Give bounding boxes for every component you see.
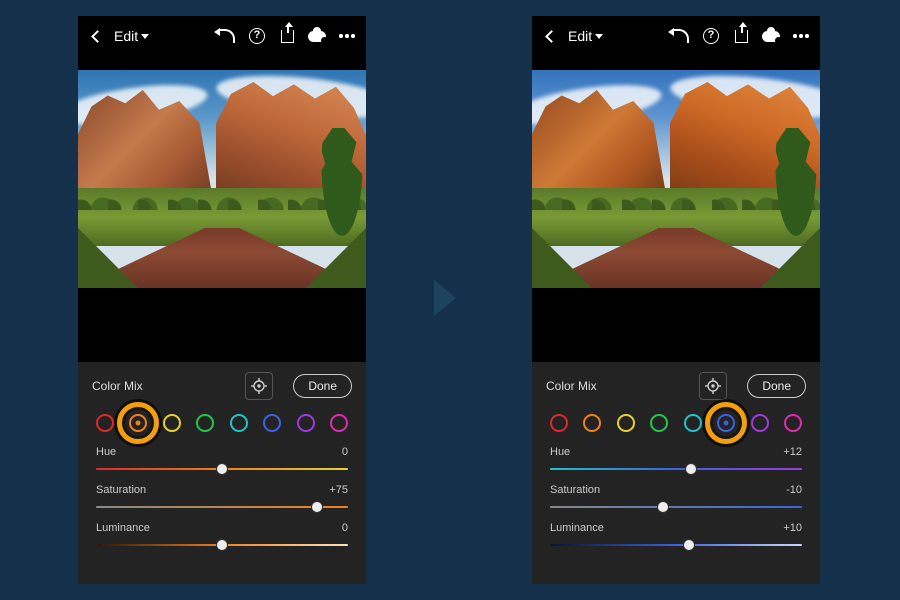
cloud-icon bbox=[308, 31, 326, 42]
swatch-purple[interactable] bbox=[297, 414, 315, 432]
swatch-red[interactable] bbox=[550, 414, 568, 432]
swatch-yellow[interactable] bbox=[163, 414, 181, 432]
more-icon bbox=[793, 34, 809, 38]
cloud-icon bbox=[762, 31, 780, 42]
top-bar: Edit ? bbox=[78, 16, 366, 56]
done-button[interactable]: Done bbox=[747, 374, 806, 398]
share-icon bbox=[735, 30, 748, 43]
saturation-value: -10 bbox=[786, 484, 802, 496]
swatch-magenta[interactable] bbox=[784, 414, 802, 432]
hue-value: +12 bbox=[783, 446, 802, 458]
help-icon: ? bbox=[703, 28, 719, 44]
luminance-thumb[interactable] bbox=[216, 539, 228, 551]
undo-icon bbox=[219, 29, 235, 43]
more-icon bbox=[339, 34, 355, 38]
more-button[interactable] bbox=[338, 27, 356, 45]
saturation-slider[interactable] bbox=[96, 500, 348, 514]
color-swatch-row bbox=[532, 404, 820, 440]
cloud-sync-button[interactable] bbox=[762, 27, 780, 45]
saturation-value: +75 bbox=[329, 484, 348, 496]
luminance-value: +10 bbox=[783, 522, 802, 534]
hue-label: Hue bbox=[550, 446, 570, 458]
panel-title: Color Mix bbox=[92, 379, 143, 393]
color-mix-panel: Color Mix Done Hue 0 Saturation +75 bbox=[78, 362, 366, 584]
luminance-value: 0 bbox=[342, 522, 348, 534]
edit-menu[interactable]: Edit bbox=[568, 28, 603, 44]
color-mix-panel: Color Mix Done Hue +12 Saturation -10 bbox=[532, 362, 820, 584]
undo-button[interactable] bbox=[672, 27, 690, 45]
saturation-label: Saturation bbox=[550, 484, 600, 496]
swatch-aqua[interactable] bbox=[230, 414, 248, 432]
chevron-left-icon bbox=[91, 30, 104, 43]
luminance-label: Luminance bbox=[550, 522, 604, 534]
help-icon: ? bbox=[249, 28, 265, 44]
edit-menu[interactable]: Edit bbox=[114, 28, 149, 44]
top-bar: Edit ? bbox=[532, 16, 820, 56]
share-button[interactable] bbox=[732, 27, 750, 45]
swatch-magenta[interactable] bbox=[330, 414, 348, 432]
swatch-purple[interactable] bbox=[751, 414, 769, 432]
luminance-label: Luminance bbox=[96, 522, 150, 534]
undo-button[interactable] bbox=[218, 27, 236, 45]
saturation-label: Saturation bbox=[96, 484, 146, 496]
swatch-green[interactable] bbox=[196, 414, 214, 432]
caret-down-icon bbox=[141, 34, 149, 39]
swatch-orange[interactable] bbox=[583, 414, 601, 432]
chevron-left-icon bbox=[545, 30, 558, 43]
panel-title: Color Mix bbox=[546, 379, 597, 393]
help-button[interactable]: ? bbox=[702, 27, 720, 45]
hue-slider[interactable] bbox=[96, 462, 348, 476]
caret-down-icon bbox=[595, 34, 603, 39]
hue-value: 0 bbox=[342, 446, 348, 458]
target-icon bbox=[251, 378, 267, 394]
cloud-sync-button[interactable] bbox=[308, 27, 326, 45]
luminance-slider[interactable] bbox=[550, 538, 802, 552]
share-button[interactable] bbox=[278, 27, 296, 45]
swatch-blue[interactable] bbox=[717, 414, 735, 432]
photo-preview[interactable] bbox=[78, 70, 366, 288]
back-button[interactable] bbox=[88, 27, 106, 45]
saturation-thumb[interactable] bbox=[311, 501, 323, 513]
swatch-green[interactable] bbox=[650, 414, 668, 432]
swatch-orange[interactable] bbox=[129, 414, 147, 432]
swatch-blue[interactable] bbox=[263, 414, 281, 432]
swatch-red[interactable] bbox=[96, 414, 114, 432]
color-swatch-row bbox=[78, 404, 366, 440]
screen-before: Edit ? Color Mix bbox=[78, 16, 366, 584]
luminance-slider[interactable] bbox=[96, 538, 348, 552]
hue-slider[interactable] bbox=[550, 462, 802, 476]
target-icon bbox=[705, 378, 721, 394]
photo-preview[interactable] bbox=[532, 70, 820, 288]
edit-label: Edit bbox=[114, 28, 138, 44]
more-button[interactable] bbox=[792, 27, 810, 45]
transition-arrow bbox=[434, 280, 456, 316]
edit-label: Edit bbox=[568, 28, 592, 44]
hue-label: Hue bbox=[96, 446, 116, 458]
targeted-adjustment-button[interactable] bbox=[699, 372, 727, 400]
swatch-aqua[interactable] bbox=[684, 414, 702, 432]
hue-thumb[interactable] bbox=[685, 463, 697, 475]
done-button[interactable]: Done bbox=[293, 374, 352, 398]
share-icon bbox=[281, 30, 294, 43]
swatch-yellow[interactable] bbox=[617, 414, 635, 432]
hue-thumb[interactable] bbox=[216, 463, 228, 475]
back-button[interactable] bbox=[542, 27, 560, 45]
luminance-thumb[interactable] bbox=[683, 539, 695, 551]
saturation-slider[interactable] bbox=[550, 500, 802, 514]
help-button[interactable]: ? bbox=[248, 27, 266, 45]
screen-after: Edit ? Color Mix bbox=[532, 16, 820, 584]
undo-icon bbox=[673, 29, 689, 43]
targeted-adjustment-button[interactable] bbox=[245, 372, 273, 400]
saturation-thumb[interactable] bbox=[657, 501, 669, 513]
